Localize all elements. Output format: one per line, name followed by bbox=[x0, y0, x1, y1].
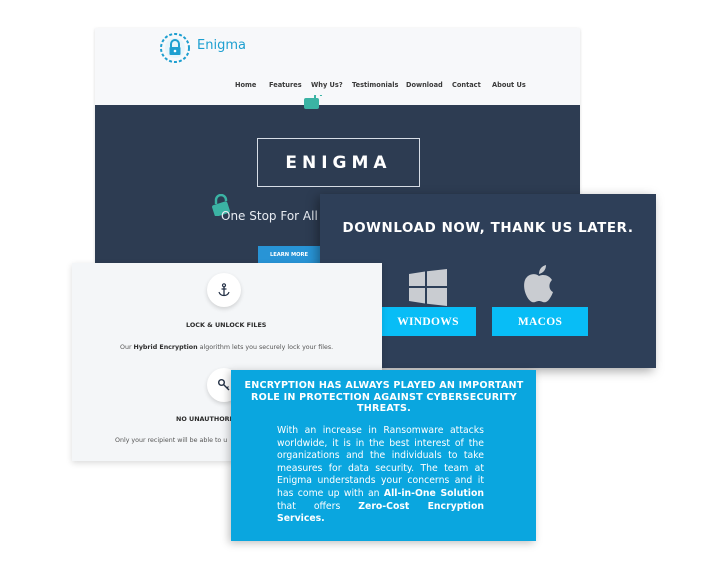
anchor-icon-circle bbox=[207, 273, 241, 307]
info-body: With an increase in Ransomware attacks w… bbox=[277, 425, 484, 526]
hero-tagline: One Stop For All bbox=[221, 209, 318, 223]
macos-download-button[interactable]: MACOS bbox=[492, 307, 588, 336]
logo-lock-icon[interactable] bbox=[159, 32, 191, 64]
windows-download-button[interactable]: WINDOWS bbox=[380, 307, 476, 336]
feature-text-bold: Hybrid Encryption bbox=[133, 344, 198, 351]
nav-home[interactable]: Home bbox=[235, 81, 256, 89]
feature-text-recipient: Only your recipient will be able to u bbox=[115, 437, 228, 444]
navbar: Enigma Home Features Why Us? Testimonial… bbox=[95, 28, 580, 105]
anchor-icon bbox=[218, 283, 230, 297]
brand-name[interactable]: Enigma bbox=[197, 38, 246, 53]
nav-download[interactable]: Download bbox=[406, 81, 443, 89]
windows-logo-icon bbox=[409, 269, 447, 306]
info-heading: ENCRYPTION HAS ALWAYS PLAYED AN IMPORTAN… bbox=[244, 380, 524, 414]
info-body-bold-1: All-in-One Solution bbox=[383, 487, 484, 499]
nav-about-us[interactable]: About Us bbox=[492, 81, 526, 89]
nav-testimonials[interactable]: Testimonials bbox=[352, 81, 398, 89]
hero-title: ENIGMA bbox=[257, 138, 420, 187]
learn-more-button[interactable]: LEARN MORE bbox=[258, 246, 320, 263]
download-heading: DOWNLOAD NOW, THANK US LATER. bbox=[342, 221, 634, 236]
unlock-icon bbox=[304, 95, 322, 109]
feature-text-prefix: Our bbox=[120, 344, 134, 351]
nav-contact[interactable]: Contact bbox=[452, 81, 481, 89]
feature-title-no-unauthorized: NO UNAUTHORI bbox=[176, 415, 232, 423]
key-icon bbox=[218, 379, 230, 391]
feature-text-suffix: algorithm lets you securely lock your fi… bbox=[197, 344, 334, 351]
nav-why-us[interactable]: Why Us? bbox=[311, 81, 343, 89]
info-body-text-2: that offers bbox=[277, 500, 359, 512]
feature-title-lock-unlock: LOCK & UNLOCK FILES bbox=[186, 321, 267, 329]
encryption-info-section: ENCRYPTION HAS ALWAYS PLAYED AN IMPORTAN… bbox=[231, 370, 536, 541]
feature-text-lock-unlock: Our Hybrid Encryption algorithm lets you… bbox=[120, 344, 333, 351]
nav-features[interactable]: Features bbox=[269, 81, 302, 89]
apple-logo-icon bbox=[524, 265, 553, 303]
